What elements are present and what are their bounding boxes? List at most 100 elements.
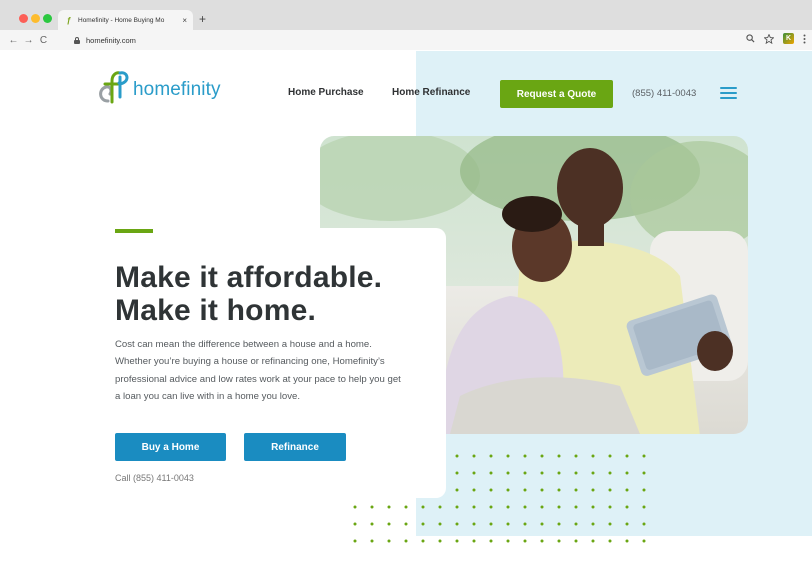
decorative-dot (472, 454, 476, 458)
reload-icon[interactable]: C (36, 35, 51, 46)
extension-icon[interactable]: K (783, 33, 794, 44)
nav-home-purchase[interactable]: Home Purchase (288, 87, 364, 98)
decorative-dot (370, 505, 374, 509)
decorative-dot (387, 522, 391, 526)
decorative-dot (591, 522, 595, 526)
decorative-dot (438, 539, 442, 543)
decorative-dot (625, 539, 629, 543)
decorative-dot (625, 471, 629, 475)
maximize-window-button[interactable] (43, 14, 52, 23)
decorative-dot (506, 488, 510, 492)
nav-home-refinance[interactable]: Home Refinance (392, 87, 470, 98)
tab-close-icon[interactable]: × (182, 16, 187, 25)
hamburger-menu-icon[interactable] (720, 87, 737, 100)
decorative-dot (455, 522, 459, 526)
decorative-dot (472, 539, 476, 543)
hero-headline: Make it affordable. Make it home. (115, 261, 382, 327)
browser-toolbar: ← → C homefinity.com K (0, 30, 812, 50)
decorative-dot (557, 505, 561, 509)
decorative-dot (404, 539, 408, 543)
decorative-dot (523, 505, 527, 509)
decorative-dot (506, 471, 510, 475)
decorative-dot (387, 505, 391, 509)
request-quote-button[interactable]: Request a Quote (500, 80, 613, 108)
back-arrow-icon[interactable]: ← (6, 35, 21, 46)
decorative-dot (438, 522, 442, 526)
decorative-dot (608, 539, 612, 543)
decorative-dot (540, 454, 544, 458)
decorative-dot (370, 539, 374, 543)
browser-tab[interactable]: ƒ Homefinity - Home Buying Mo × (58, 10, 193, 30)
headline-line-2: Make it home. (115, 294, 316, 327)
logo-text: homefinity (133, 79, 221, 100)
refinance-button[interactable]: Refinance (244, 433, 346, 461)
decorative-dot (642, 488, 646, 492)
decorative-dot (540, 522, 544, 526)
decorative-dot (506, 454, 510, 458)
decorative-dot (557, 471, 561, 475)
decorative-dot (472, 522, 476, 526)
address-bar[interactable]: homefinity.com (74, 34, 136, 47)
decorative-dot (506, 505, 510, 509)
decorative-dot (540, 539, 544, 543)
url-text: homefinity.com (86, 36, 136, 45)
buy-a-home-button[interactable]: Buy a Home (115, 433, 226, 461)
decorative-dot (489, 454, 493, 458)
decorative-dot (642, 522, 646, 526)
decorative-dot (574, 454, 578, 458)
decorative-dot (625, 488, 629, 492)
decorative-dot (574, 488, 578, 492)
decorative-dot (574, 539, 578, 543)
minimize-window-button[interactable] (31, 14, 40, 23)
decorative-dot (506, 539, 510, 543)
decorative-dot (574, 505, 578, 509)
browser-chrome: ƒ Homefinity - Home Buying Mo × + ← → C … (0, 0, 812, 50)
decorative-dot (540, 505, 544, 509)
new-tab-button[interactable]: + (199, 12, 206, 26)
decorative-dot (404, 505, 408, 509)
zoom-icon[interactable] (746, 34, 755, 43)
decorative-dot (608, 454, 612, 458)
decorative-dot (455, 454, 459, 458)
decorative-dot (455, 539, 459, 543)
decorative-dot (489, 539, 493, 543)
decorative-dot (353, 539, 357, 543)
decorative-dot (455, 471, 459, 475)
decorative-dot (489, 488, 493, 492)
toolbar-icons: K (746, 33, 806, 44)
decorative-dot (404, 522, 408, 526)
decorative-dot (642, 505, 646, 509)
decorative-dot (642, 471, 646, 475)
decorative-dot (608, 488, 612, 492)
decorative-dot (506, 522, 510, 526)
more-menu-icon[interactable] (803, 34, 806, 44)
decorative-dot (353, 505, 357, 509)
decorative-dot (625, 454, 629, 458)
decorative-dot (523, 539, 527, 543)
homefinity-logo[interactable]: homefinity (96, 65, 221, 105)
decorative-dot (353, 522, 357, 526)
decorative-dot (591, 471, 595, 475)
decorative-dot (591, 539, 595, 543)
homefinity-favicon-icon: ƒ (66, 15, 72, 25)
decorative-dot (523, 454, 527, 458)
decorative-dot (489, 522, 493, 526)
decorative-dot (557, 454, 561, 458)
decorative-dot (608, 471, 612, 475)
header-phone-link[interactable]: (855) 411-0043 (632, 88, 696, 99)
call-phone-link[interactable]: Call (855) 411-0043 (115, 473, 194, 483)
decorative-dot (489, 471, 493, 475)
forward-arrow-icon[interactable]: → (21, 35, 36, 46)
decorative-dot (574, 471, 578, 475)
decorative-dot (642, 539, 646, 543)
close-window-button[interactable] (19, 14, 28, 23)
web-page: homefinity Home Purchase Home Refinance … (12, 51, 812, 574)
decorative-dot (557, 522, 561, 526)
decorative-dot (591, 488, 595, 492)
decorative-dot (608, 505, 612, 509)
accent-bar (115, 229, 153, 233)
decorative-dot (591, 505, 595, 509)
decorative-dot (625, 505, 629, 509)
bookmark-star-icon[interactable] (764, 33, 774, 44)
decorative-dot (421, 539, 425, 543)
